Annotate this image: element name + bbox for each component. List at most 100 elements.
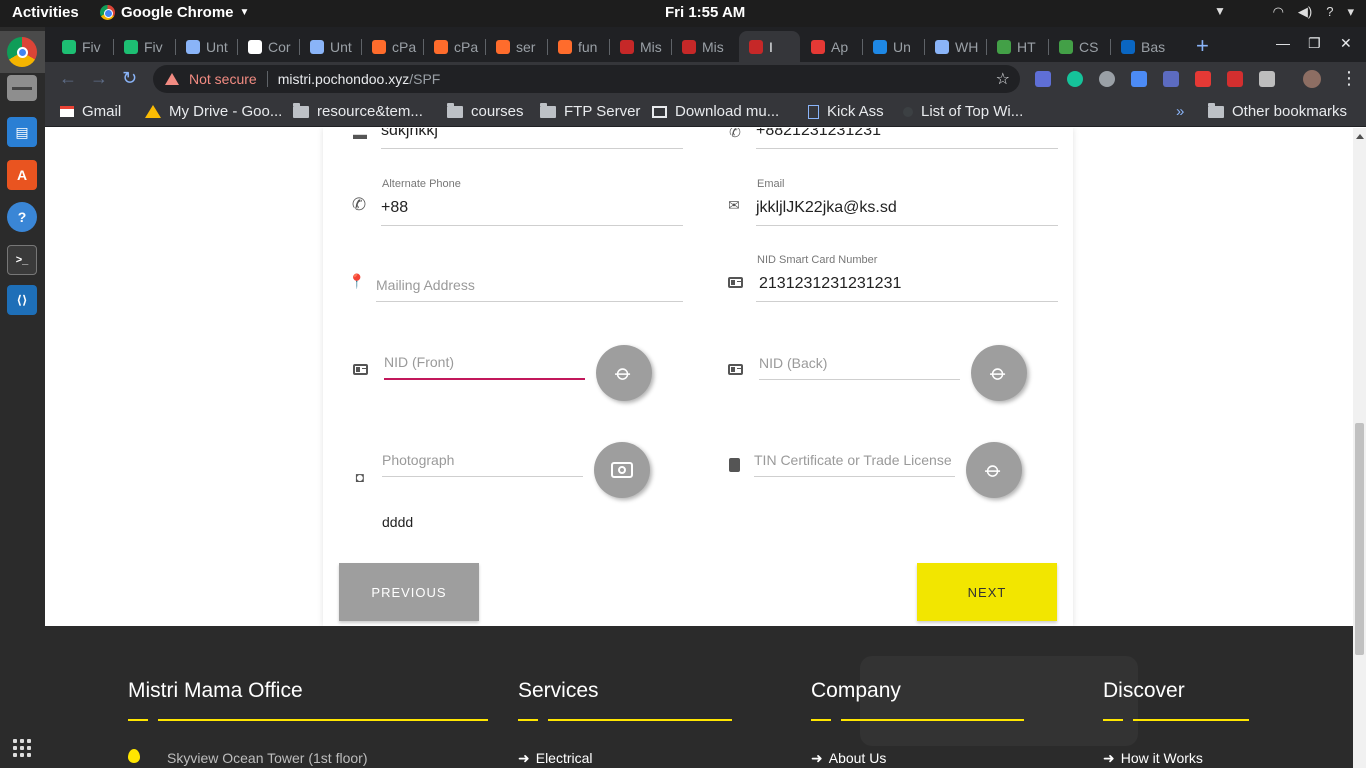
- nid-front-upload-button[interactable]: ⌀: [596, 345, 652, 401]
- folder-icon: [293, 102, 309, 118]
- scrollbar-thumb[interactable]: [1355, 423, 1364, 655]
- tin-certificate-field[interactable]: TIN Certificate or Trade License: [754, 439, 955, 477]
- files-icon[interactable]: [7, 75, 37, 101]
- show-applications-icon[interactable]: [13, 739, 31, 757]
- mailing-address-field[interactable]: Mailing Address: [376, 264, 683, 302]
- translate-extension-icon[interactable]: [1035, 71, 1051, 87]
- browser-tab[interactable]: Ap: [801, 31, 862, 62]
- nid-back-upload-button[interactable]: ⌀: [971, 345, 1027, 401]
- new-tab-button[interactable]: +: [1196, 33, 1209, 59]
- bookmark-download[interactable]: Download mu...: [652, 103, 779, 120]
- bookmark-my-drive[interactable]: My Drive - Goo...: [145, 103, 282, 120]
- browser-tab[interactable]: Mis: [610, 31, 671, 62]
- tab-favicon-icon: [124, 39, 138, 54]
- bookmark-list-top[interactable]: List of Top Wi...: [903, 103, 1023, 120]
- browser-tab[interactable]: HT: [987, 31, 1048, 62]
- browser-tab[interactable]: ser: [486, 31, 547, 62]
- name-field[interactable]: sdkjhkkj: [381, 128, 683, 149]
- other-bookmarks[interactable]: Other bookmarks: [1208, 102, 1347, 120]
- translate-red-extension-icon[interactable]: [1195, 71, 1211, 87]
- bookmark-courses-folder[interactable]: courses: [447, 102, 524, 120]
- nid-back-field[interactable]: NID (Back): [759, 342, 960, 380]
- security-label[interactable]: Not secure: [189, 71, 257, 87]
- nid-number-field[interactable]: NID Smart Card Number 2131231231231231: [756, 254, 1058, 302]
- vue-extension-icon[interactable]: [1259, 71, 1275, 87]
- bookmarks-overflow-button[interactable]: »: [1176, 103, 1184, 120]
- bookmark-label: Gmail: [82, 103, 122, 120]
- badge-icon: [726, 457, 742, 473]
- tab-label: fun: [578, 38, 598, 55]
- browser-tab[interactable]: Mis: [672, 31, 733, 62]
- gmail-icon: [60, 106, 74, 117]
- nid-front-field[interactable]: NID (Front): [384, 342, 585, 380]
- email-field[interactable]: Email jkkljlJK22jka@ks.sd: [756, 178, 1058, 226]
- document-icon[interactable]: ▤: [7, 117, 37, 147]
- browser-tab[interactable]: WH: [925, 31, 986, 62]
- bookmark-star-icon[interactable]: ☆: [996, 69, 1010, 89]
- app-menu[interactable]: Google Chrome ▼: [100, 4, 249, 21]
- bookmark-label: List of Top Wi...: [921, 103, 1024, 120]
- tab-strip: Fiv Fiv Unt Cor Unt cPa cPa ser fun Mis Mis I Ap Un WH…: [45, 27, 1366, 62]
- tab-favicon-icon: [1121, 39, 1135, 54]
- chrome-icon[interactable]: [7, 37, 37, 67]
- alternate-phone-field[interactable]: Alternate Phone +88: [381, 178, 683, 226]
- browser-tab[interactable]: Unt: [176, 31, 237, 62]
- incognito-extension-icon[interactable]: [1099, 71, 1115, 87]
- close-button[interactable]: ✕: [1340, 35, 1352, 52]
- footer-link-how-it-works[interactable]: ➜ How it Works: [1103, 750, 1203, 767]
- browser-tab[interactable]: CS: [1049, 31, 1110, 62]
- back-button[interactable]: ←: [59, 68, 77, 89]
- browser-tab[interactable]: Fiv: [114, 31, 175, 62]
- bookmark-resource-folder[interactable]: resource&tem...: [293, 102, 423, 120]
- system-tray[interactable]: ◠ ◀) ? ▾: [1273, 4, 1354, 20]
- browser-tab[interactable]: Cor: [238, 31, 299, 62]
- browser-tab[interactable]: cPa: [424, 31, 485, 62]
- software-center-icon[interactable]: A: [7, 160, 37, 190]
- browser-tab[interactable]: Bas: [1111, 31, 1172, 62]
- address-bar[interactable]: Not secure mistri.pochondoo.xyz /SPF ☆: [153, 65, 1020, 93]
- tab-favicon-icon: [682, 39, 696, 54]
- person-icon: ▬: [353, 128, 367, 142]
- menu-icon[interactable]: ⋮: [1340, 68, 1358, 89]
- clock[interactable]: Fri 1:55 AM: [665, 4, 745, 21]
- mailing-address-placeholder: Mailing Address: [376, 277, 475, 293]
- fast-forward-extension-icon[interactable]: [1227, 71, 1243, 87]
- page-scrollbar[interactable]: [1353, 128, 1366, 768]
- photograph-field[interactable]: Photograph: [382, 439, 583, 477]
- minimize-button[interactable]: —: [1276, 35, 1290, 51]
- terminal-icon[interactable]: >_: [7, 245, 37, 275]
- shield-extension-icon[interactable]: [1163, 71, 1179, 87]
- browser-tab[interactable]: Un: [863, 31, 924, 62]
- tab-label: Mis: [640, 38, 662, 55]
- tin-upload-button[interactable]: ⌀: [966, 442, 1022, 498]
- tff-extension-icon[interactable]: [1131, 71, 1147, 87]
- photograph-upload-button[interactable]: [594, 442, 650, 498]
- browser-tab[interactable]: cPa: [362, 31, 423, 62]
- maximize-button[interactable]: ❐: [1308, 35, 1321, 52]
- bookmark-label: My Drive - Goo...: [169, 103, 283, 120]
- next-button[interactable]: NEXT: [917, 563, 1057, 621]
- footer-link-electrical[interactable]: ➜ Electrical: [518, 750, 593, 767]
- previous-button[interactable]: PREVIOUS: [339, 563, 479, 621]
- browser-tab[interactable]: I: [739, 31, 800, 62]
- bookmark-ftp-folder[interactable]: FTP Server: [540, 102, 640, 120]
- help-icon[interactable]: ?: [7, 202, 37, 232]
- wifi-icon: ◠: [1272, 4, 1284, 19]
- grammarly-extension-icon[interactable]: [1067, 71, 1083, 87]
- chevron-down-icon[interactable]: ▼: [1214, 4, 1226, 18]
- browser-tab[interactable]: Fiv: [52, 31, 113, 62]
- scroll-up-arrow-icon[interactable]: [1356, 134, 1364, 139]
- forward-button[interactable]: →: [90, 68, 108, 89]
- vscode-icon[interactable]: ⟨⟩: [7, 285, 37, 315]
- bookmark-gmail[interactable]: Gmail: [60, 103, 121, 120]
- browser-tab[interactable]: fun: [548, 31, 609, 62]
- reload-button[interactable]: ↻: [122, 68, 137, 89]
- bookmark-kick-ass[interactable]: Kick Ass: [808, 103, 884, 120]
- footer-link-about-us[interactable]: ➜ About Us: [811, 750, 886, 767]
- tab-label: Unt: [206, 38, 228, 55]
- profile-avatar[interactable]: [1303, 70, 1321, 88]
- browser-tab[interactable]: Unt: [300, 31, 361, 62]
- phone-field[interactable]: +8821231231231: [756, 128, 1058, 149]
- footer-link-label: About Us: [828, 750, 887, 766]
- activities-button[interactable]: Activities: [12, 4, 79, 21]
